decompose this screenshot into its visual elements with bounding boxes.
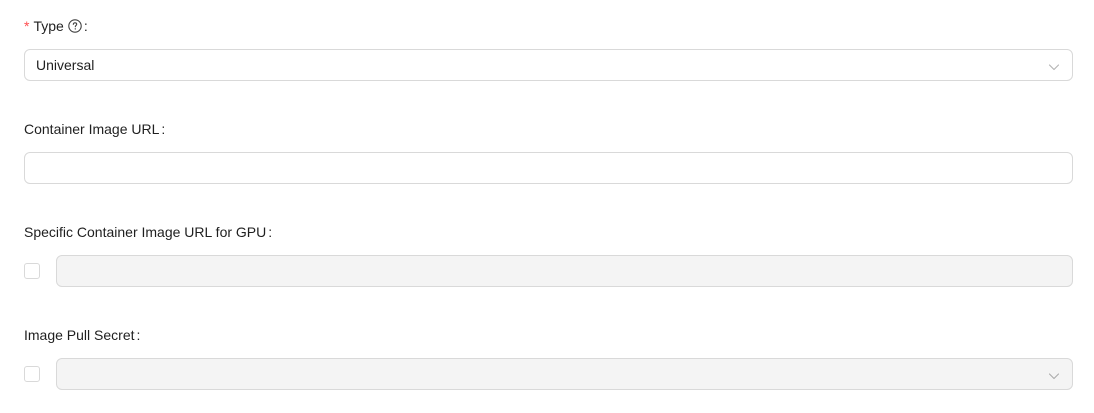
image-pull-secret-label-colon: : bbox=[136, 327, 141, 343]
image-pull-secret-checkbox[interactable] bbox=[24, 366, 40, 382]
gpu-image-url-checkbox[interactable] bbox=[24, 263, 40, 279]
chevron-down-icon bbox=[1048, 60, 1060, 72]
image-pull-secret-select[interactable] bbox=[56, 358, 1073, 390]
type-form-item: * Type : Universal bbox=[24, 15, 1073, 81]
type-select-value: Universal bbox=[36, 57, 95, 73]
chevron-down-icon bbox=[1048, 369, 1060, 381]
type-label-colon: : bbox=[83, 18, 88, 34]
gpu-image-url-label-colon: : bbox=[268, 224, 273, 240]
gpu-image-url-form-item: Specific Container Image URL for GPU : bbox=[24, 221, 1073, 287]
question-circle-icon[interactable] bbox=[68, 19, 82, 33]
image-pull-secret-form-item: Image Pull Secret : bbox=[24, 324, 1073, 390]
gpu-image-url-input[interactable] bbox=[56, 255, 1073, 287]
container-image-url-input[interactable] bbox=[24, 152, 1073, 184]
image-pull-secret-label-row: Image Pull Secret : bbox=[24, 324, 1073, 346]
gpu-image-url-label-row: Specific Container Image URL for GPU : bbox=[24, 221, 1073, 243]
required-mark: * bbox=[24, 18, 30, 34]
image-pull-secret-label: Image Pull Secret bbox=[24, 327, 135, 343]
gpu-image-url-label: Specific Container Image URL for GPU bbox=[24, 224, 267, 240]
type-label: Type bbox=[33, 18, 64, 34]
container-image-url-label-row: Container Image URL : bbox=[24, 118, 1073, 140]
container-image-url-label: Container Image URL bbox=[24, 121, 160, 137]
container-image-url-form-item: Container Image URL : bbox=[24, 118, 1073, 184]
type-select[interactable]: Universal bbox=[24, 49, 1073, 81]
container-image-url-label-colon: : bbox=[161, 121, 166, 137]
type-label-row: * Type : bbox=[24, 15, 1073, 37]
